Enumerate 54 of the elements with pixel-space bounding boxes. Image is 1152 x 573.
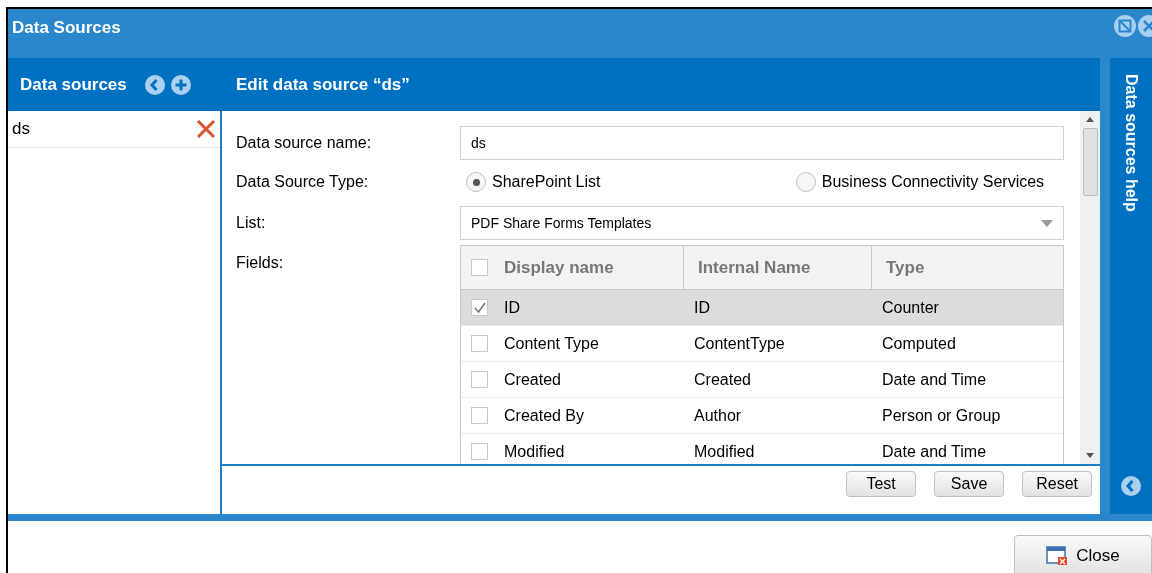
dropdown-caret-icon (1041, 219, 1054, 227)
radio-option[interactable]: SharePoint List (466, 170, 601, 194)
list-dropdown[interactable]: PDF Share Forms Templates (460, 206, 1065, 240)
action-button[interactable]: Save (934, 471, 1005, 497)
table-cell-text: Created By (504, 405, 585, 426)
scrollbar-thumb[interactable] (1082, 128, 1098, 196)
table-row[interactable]: ID ID Counter (461, 290, 1064, 326)
name-input-field[interactable]: ds (460, 126, 1065, 160)
table-cell-text: Date and Time (882, 369, 987, 390)
editor-title: Edit data source “ds” (235, 73, 410, 96)
table-cell-text: Counter (882, 297, 939, 318)
table-cell-text: Created (694, 369, 751, 390)
action-button[interactable]: Reset (1022, 471, 1093, 497)
table-cell-text: Modified (694, 441, 755, 462)
table-cell-text: ID (694, 297, 710, 318)
restore-icon[interactable] (1114, 15, 1136, 37)
scroll-down-icon[interactable] (1086, 453, 1095, 458)
checkbox[interactable] (471, 335, 488, 352)
table-cell-text: Created (504, 369, 561, 390)
checkbox[interactable] (471, 259, 488, 276)
window-close-icon (1046, 546, 1069, 566)
checkbox[interactable] (471, 443, 488, 460)
column-header[interactable]: Type (886, 254, 925, 281)
delete-icon[interactable] (196, 119, 216, 139)
sidebar-title: Data sources (20, 73, 127, 96)
field-label: List: (236, 213, 267, 233)
field-label: Data source name: (236, 133, 373, 153)
expand-icon[interactable] (1121, 476, 1142, 496)
help-panel[interactable]: Data sources help (1110, 58, 1152, 514)
help-panel-title: Data sources help (1122, 74, 1142, 212)
checkbox[interactable] (471, 299, 488, 316)
table-cell-text: ContentType (694, 333, 785, 354)
table-cell-text: Modified (504, 441, 565, 462)
close-icon[interactable] (1138, 15, 1152, 37)
action-button[interactable]: Test (846, 471, 917, 497)
column-header[interactable]: Internal Name (698, 254, 811, 281)
table-cell-text: Person or Group (882, 405, 1001, 426)
scroll-up-icon[interactable] (1086, 117, 1095, 122)
close-button[interactable]: Close (1014, 535, 1152, 573)
column-header[interactable]: Display name (504, 254, 614, 281)
checkbox[interactable] (471, 371, 488, 388)
field-label: Data Source Type: (236, 172, 370, 192)
field-label: Fields: (236, 253, 285, 273)
table-cell-text: ID (504, 297, 520, 318)
back-icon[interactable] (144, 74, 165, 95)
window-title: Data Sources (12, 17, 121, 39)
table-cell-text: Date and Time (882, 441, 987, 462)
radio-option[interactable]: Business Connectivity Services (795, 170, 1045, 194)
table-cell-text: Content Type (504, 333, 599, 354)
scrollbar[interactable] (1080, 111, 1101, 464)
table-cell-text: Author (694, 405, 742, 426)
table-cell-text: Computed (882, 333, 956, 354)
add-icon[interactable] (170, 74, 191, 95)
checkbox[interactable] (471, 407, 488, 424)
